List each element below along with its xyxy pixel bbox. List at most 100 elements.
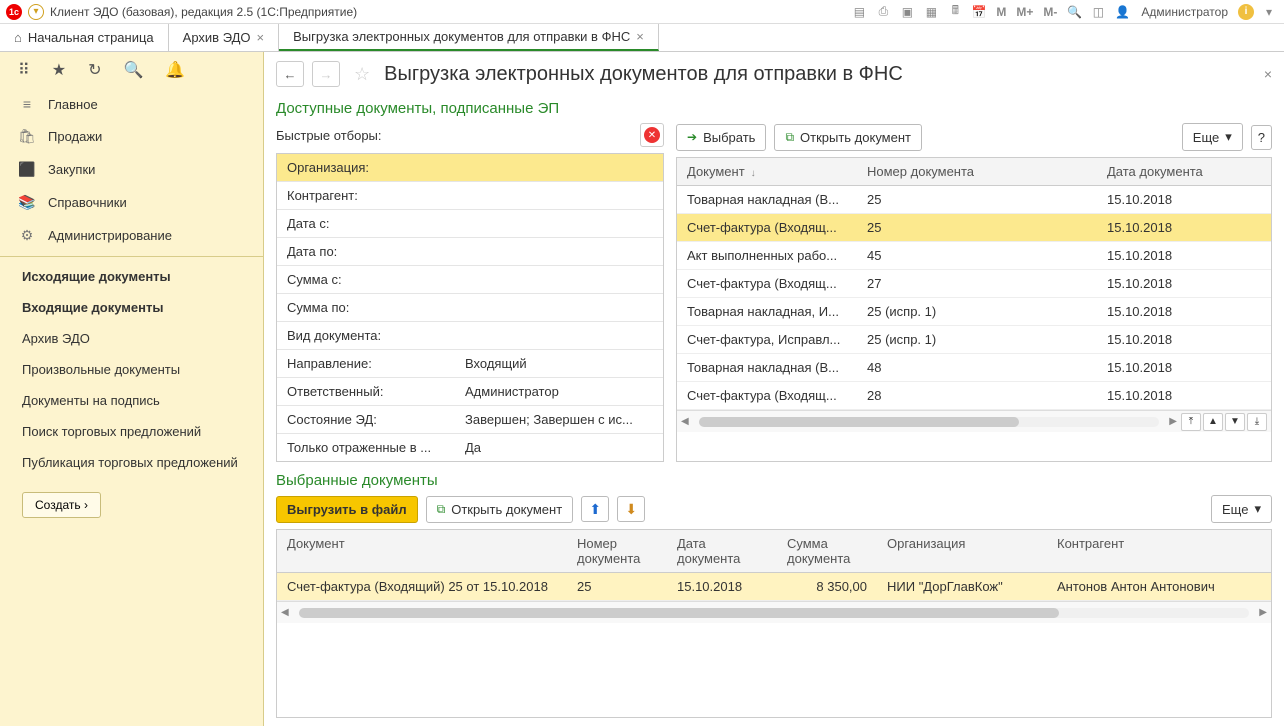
open-document-button-2[interactable]: ⧉Открыть документ <box>426 496 574 523</box>
col-contr[interactable]: Контрагент <box>1047 530 1271 572</box>
link-outgoing-docs[interactable]: Исходящие документы <box>0 261 263 292</box>
nav-sales[interactable]: 🛍Продажи <box>0 120 263 153</box>
col-date[interactable]: Дата документа <box>1097 158 1271 185</box>
nav-admin[interactable]: ⚙Администрирование <box>0 219 263 252</box>
filter-row-ed-state[interactable]: Состояние ЭД:Завершен; Завершен с ис... <box>277 406 663 434</box>
link-incoming-docs[interactable]: Входящие документы <box>0 292 263 323</box>
filter-row-responsible[interactable]: Ответственный:Администратор <box>277 378 663 406</box>
last-page-icon[interactable]: ⤓ <box>1247 413 1267 431</box>
tab-export-fns[interactable]: Выгрузка электронных документов для отпр… <box>279 24 659 51</box>
link-publish-offers[interactable]: Публикация торговых предложений <box>0 447 263 478</box>
dropdown-icon[interactable]: ▾ <box>28 4 44 20</box>
export-button[interactable]: Выгрузить в файл <box>276 496 418 523</box>
cell-date: 15.10.2018 <box>1097 326 1271 353</box>
user-name[interactable]: Администратор <box>1137 5 1232 19</box>
more-button[interactable]: Еще▾ <box>1182 123 1243 151</box>
star-icon[interactable]: ★ <box>52 60 66 80</box>
table-row[interactable]: Счет-фактура (Входящ...2515.10.2018 <box>677 214 1271 242</box>
filter-row-contragent[interactable]: Контрагент: <box>277 182 663 210</box>
info-icon[interactable]: i <box>1238 4 1254 20</box>
move-up-button[interactable]: ⬆ <box>581 496 609 522</box>
forward-button[interactable]: → <box>312 61 340 87</box>
cell-date: 15.10.2018 <box>1097 214 1271 241</box>
nav-main[interactable]: ≡Главное <box>0 88 263 120</box>
horizontal-scrollbar[interactable] <box>699 417 1160 427</box>
col-num[interactable]: Номер документа <box>567 530 667 572</box>
col-org[interactable]: Организация <box>877 530 1047 572</box>
search-icon[interactable]: 🔍 <box>123 60 143 80</box>
print-icon[interactable]: ⎙ <box>874 3 892 21</box>
nav-purchases[interactable]: ⬛Закупки <box>0 153 263 186</box>
calculator-icon[interactable]: 🖩 <box>946 3 964 21</box>
table-row[interactable]: Акт выполненных рабо...4515.10.2018 <box>677 242 1271 270</box>
tab-home[interactable]: ⌂ Начальная страница <box>0 24 169 51</box>
panel-icon[interactable]: ◫ <box>1089 3 1107 21</box>
next-page-icon[interactable]: ▼ <box>1225 413 1245 431</box>
more-button-2[interactable]: Еще▾ <box>1211 495 1272 523</box>
table-row[interactable]: Товарная накладная, И...25 (испр. 1)15.1… <box>677 298 1271 326</box>
col-document[interactable]: Документ↓ <box>677 158 857 185</box>
calendar-icon[interactable]: 📅 <box>970 3 988 21</box>
nav-references[interactable]: 📚Справочники <box>0 186 263 219</box>
link-arbitrary-docs[interactable]: Произвольные документы <box>0 354 263 385</box>
history-icon[interactable]: ↻ <box>88 60 101 80</box>
select-button[interactable]: ➔Выбрать <box>676 124 766 151</box>
tab-archive[interactable]: Архив ЭДО × <box>169 24 279 51</box>
table-row[interactable]: Счет-фактура (Входящ...2815.10.2018 <box>677 382 1271 410</box>
help-button[interactable]: ? <box>1251 125 1272 150</box>
filter-row-sum-from[interactable]: Сумма с: <box>277 266 663 294</box>
link-docs-to-sign[interactable]: Документы на подпись <box>0 385 263 416</box>
table-row[interactable]: Счет-фактура (Входящ...2715.10.2018 <box>677 270 1271 298</box>
memory-m[interactable]: M <box>994 5 1008 19</box>
close-icon[interactable]: × <box>257 30 265 45</box>
filter-row-date-to[interactable]: Дата по: <box>277 238 663 266</box>
filter-row-date-from[interactable]: Дата с: <box>277 210 663 238</box>
filter-row-direction[interactable]: Направление:Входящий <box>277 350 663 378</box>
create-button[interactable]: Создать › <box>22 492 101 518</box>
close-page-icon[interactable]: × <box>1264 66 1272 82</box>
link-archive[interactable]: Архив ЭДО <box>0 323 263 354</box>
filter-row-organization[interactable]: Организация: <box>277 154 663 182</box>
table-row[interactable]: Товарная накладная (В...4815.10.2018 <box>677 354 1271 382</box>
toolbar-icon[interactable]: ▦ <box>922 3 940 21</box>
move-down-button[interactable]: ⬇ <box>617 496 645 522</box>
filters-table: Организация: Контрагент: Дата с: Дата по… <box>276 153 664 462</box>
documents-table: Документ↓ Номер документа Дата документа… <box>676 157 1272 462</box>
col-date[interactable]: Дата документа <box>667 530 777 572</box>
chevron-down-icon[interactable]: ▾ <box>1260 3 1278 21</box>
link-search-offers[interactable]: Поиск торговых предложений <box>0 416 263 447</box>
close-icon[interactable]: × <box>636 29 644 44</box>
memory-m-minus[interactable]: M- <box>1041 5 1059 19</box>
toolbar-icon[interactable]: ▤ <box>850 3 868 21</box>
open-document-button[interactable]: ⧉Открыть документ <box>774 124 922 151</box>
table-row[interactable]: Товарная накладная (В...2515.10.2018 <box>677 186 1271 214</box>
first-page-icon[interactable]: ⤒ <box>1181 413 1201 431</box>
filter-row-only-reflected[interactable]: Только отраженные в ...Да <box>277 434 663 461</box>
table-row[interactable]: Счет-фактура, Исправл...25 (испр. 1)15.1… <box>677 326 1271 354</box>
scroll-left-icon[interactable]: ◀ <box>281 607 289 618</box>
clear-filters-button[interactable]: ✕ <box>640 123 664 147</box>
col-sum[interactable]: Сумма документа <box>777 530 877 572</box>
scroll-right-icon[interactable]: ▶ <box>1259 607 1267 618</box>
bell-icon[interactable]: 🔔 <box>165 60 185 80</box>
nav-label: Администрирование <box>48 228 172 243</box>
apps-icon[interactable]: ⠿ <box>18 60 30 80</box>
toolbar-icon[interactable]: ▣ <box>898 3 916 21</box>
col-number[interactable]: Номер документа <box>857 158 1097 185</box>
table-header: Документ Номер документа Дата документа … <box>277 530 1271 573</box>
filter-row-sum-to[interactable]: Сумма по: <box>277 294 663 322</box>
back-button[interactable]: ← <box>276 61 304 87</box>
col-doc[interactable]: Документ <box>277 530 567 572</box>
favorite-star-icon[interactable]: ☆ <box>354 64 370 85</box>
horizontal-scrollbar[interactable] <box>299 608 1250 618</box>
zoom-icon[interactable]: 🔍 <box>1065 3 1083 21</box>
cell-doc: Счет-фактура (Входящий) 25 от 15.10.2018 <box>277 573 567 600</box>
cell-date: 15.10.2018 <box>1097 270 1271 297</box>
table-row[interactable]: Счет-фактура (Входящий) 25 от 15.10.2018… <box>277 573 1271 601</box>
memory-m-plus[interactable]: M+ <box>1014 5 1035 19</box>
scroll-right-icon[interactable]: ▶ <box>1169 416 1177 427</box>
prev-page-icon[interactable]: ▲ <box>1203 413 1223 431</box>
scroll-left-icon[interactable]: ◀ <box>681 416 689 427</box>
filter-row-doc-type[interactable]: Вид документа: <box>277 322 663 350</box>
app-logo-icon: 1c <box>6 4 22 20</box>
